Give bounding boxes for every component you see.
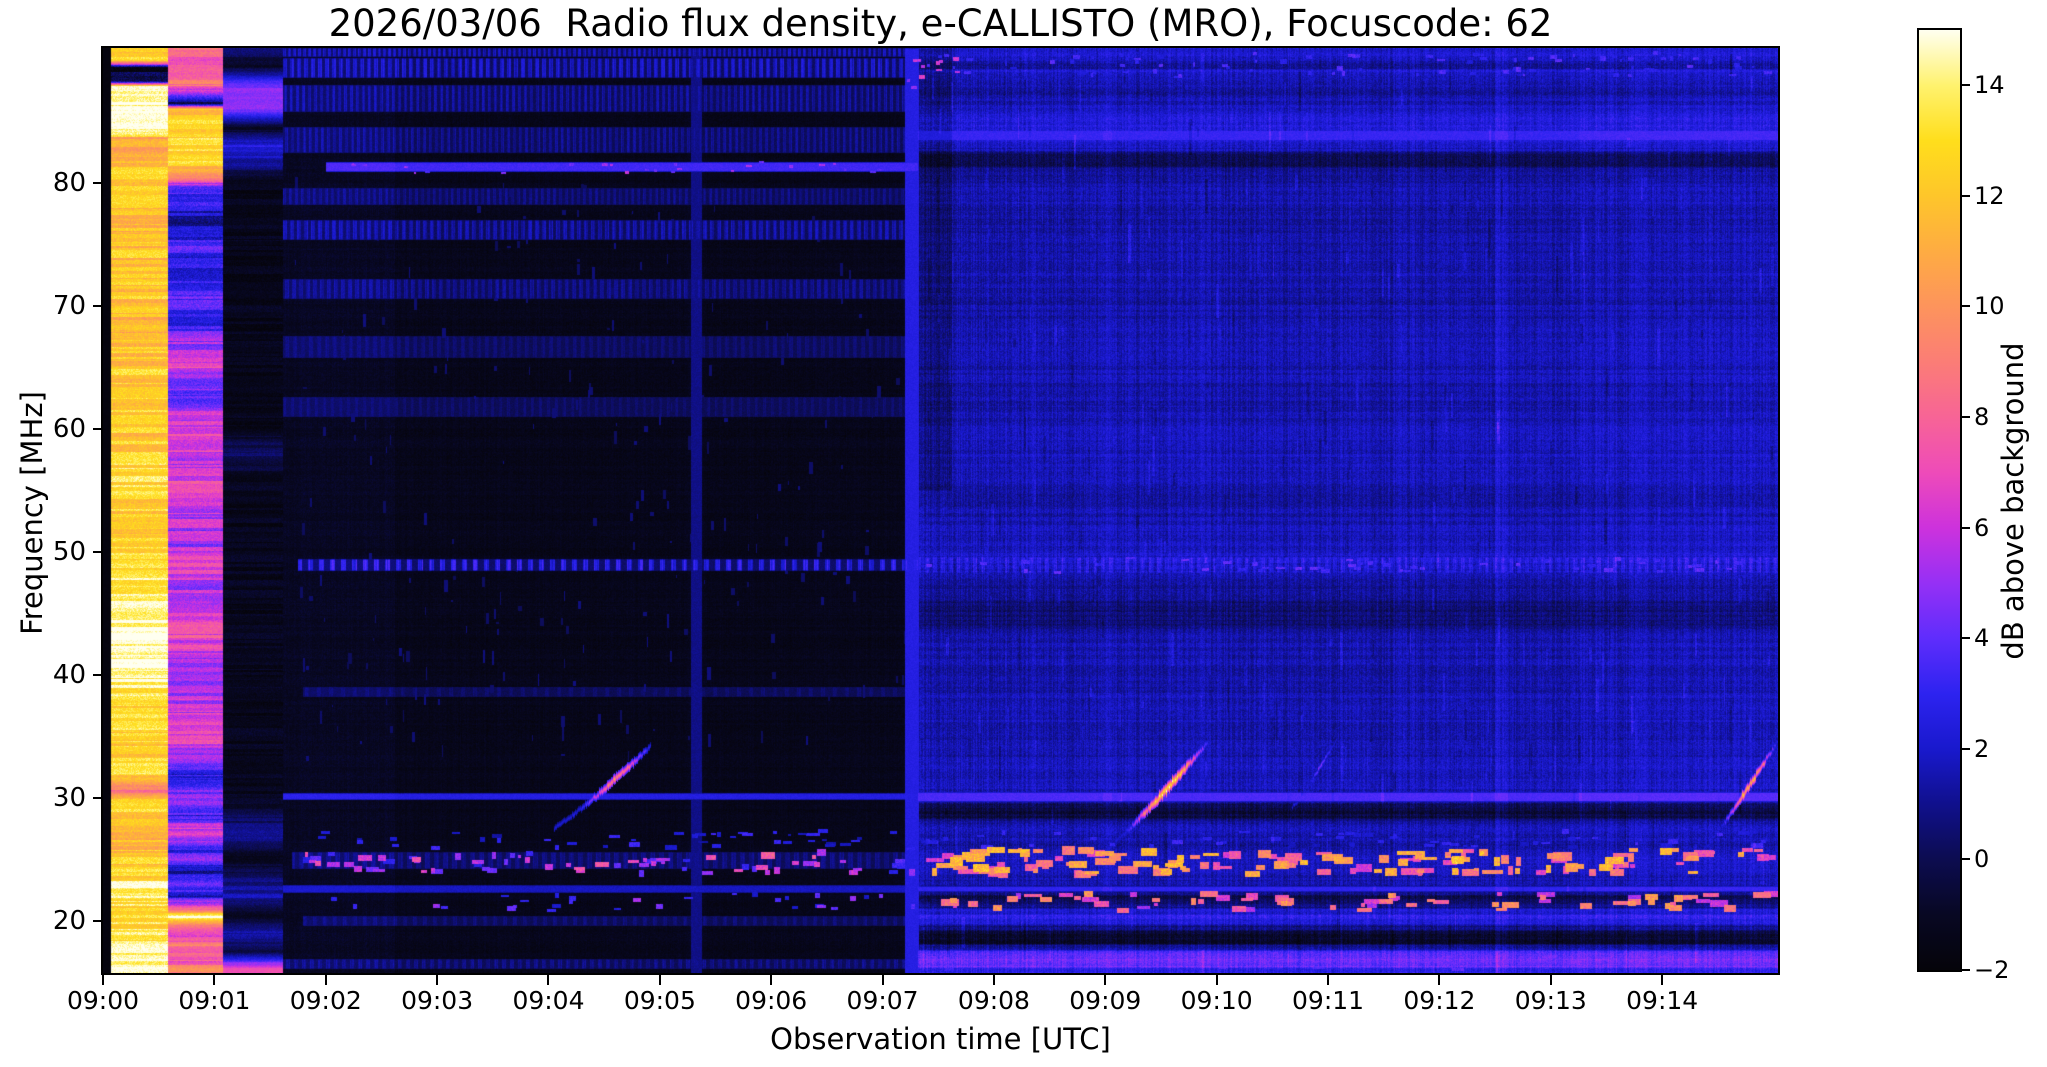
colorbar-tick-mark: [1962, 858, 1970, 861]
x-tick-label: 09:08: [957, 986, 1030, 1015]
x-tick-label: 09:14: [1626, 986, 1699, 1015]
y-tick-mark: [93, 919, 103, 922]
colorbar-tick-label: −2: [1974, 956, 2010, 984]
x-tick-label: 09:10: [1180, 986, 1253, 1015]
colorbar-tick-mark: [1962, 747, 1970, 750]
spectrogram-figure: 2026/03/06 Radio flux density, e-CALLIST…: [0, 0, 2047, 1067]
y-tick-mark: [93, 305, 103, 308]
x-tick-label: 09:12: [1403, 986, 1476, 1015]
colorbar-tick-label: 6: [1974, 513, 1990, 542]
y-tick-mark: [93, 796, 103, 799]
x-tick-mark: [1104, 975, 1107, 985]
y-tick-label: 20: [52, 905, 86, 936]
x-tick-label: 09:03: [401, 986, 474, 1015]
x-tick-mark: [658, 975, 661, 985]
spectrogram-canvas: [103, 48, 1778, 975]
x-tick-mark: [1215, 975, 1218, 985]
colorbar-tick-mark: [1962, 305, 1970, 308]
y-axis-label: Frequency [MHz]: [15, 391, 49, 635]
x-tick-label: 09:13: [1514, 986, 1587, 1015]
x-tick-label: 09:00: [66, 986, 140, 1015]
x-tick-label: 09:05: [623, 986, 696, 1015]
colorbar-label: dB above background: [1996, 342, 2030, 660]
x-axis-label: Observation time [UTC]: [770, 1022, 1111, 1056]
chart-title: 2026/03/06 Radio flux density, e-CALLIST…: [328, 2, 1553, 45]
x-tick-label: 09:07: [846, 986, 919, 1015]
colorbar: [1917, 28, 1962, 972]
y-tick-label: 80: [52, 168, 86, 199]
colorbar-tick-label: 0: [1974, 845, 1990, 874]
colorbar-tick-mark: [1962, 637, 1970, 640]
colorbar-tick-label: 8: [1974, 403, 1990, 432]
x-tick-mark: [1549, 975, 1552, 985]
colorbar-tick-label: 2: [1974, 734, 1990, 763]
y-tick-mark: [93, 674, 103, 677]
x-tick-mark: [1661, 975, 1664, 985]
colorbar-tick-mark: [1962, 194, 1970, 197]
x-tick-label: 09:06: [735, 986, 808, 1015]
x-tick-mark: [992, 975, 995, 985]
x-tick-mark: [213, 975, 216, 985]
x-tick-mark: [547, 975, 550, 985]
x-tick-label: 09:02: [289, 986, 362, 1015]
colorbar-tick-mark: [1962, 84, 1970, 87]
x-tick-label: 09:04: [512, 986, 585, 1015]
y-tick-mark: [93, 428, 103, 431]
x-tick-label: 09:01: [178, 986, 251, 1015]
colorbar-tick-label: 14: [1974, 71, 2005, 100]
x-tick-mark: [436, 975, 439, 985]
colorbar-tick-mark: [1962, 526, 1970, 529]
colorbar-tick-mark: [1962, 416, 1970, 419]
y-tick-mark: [93, 182, 103, 185]
x-tick-mark: [102, 975, 104, 985]
x-tick-mark: [324, 975, 327, 985]
colorbar-tick-label: 4: [1974, 624, 1990, 653]
x-tick-mark: [770, 975, 773, 985]
colorbar-tick-mark: [1962, 969, 1970, 971]
x-tick-label: 09:09: [1069, 986, 1142, 1015]
x-tick-mark: [881, 975, 884, 985]
x-tick-mark: [1438, 975, 1441, 985]
x-tick-mark: [1327, 975, 1330, 985]
y-tick-mark: [93, 551, 103, 554]
x-tick-label: 09:11: [1292, 986, 1365, 1015]
